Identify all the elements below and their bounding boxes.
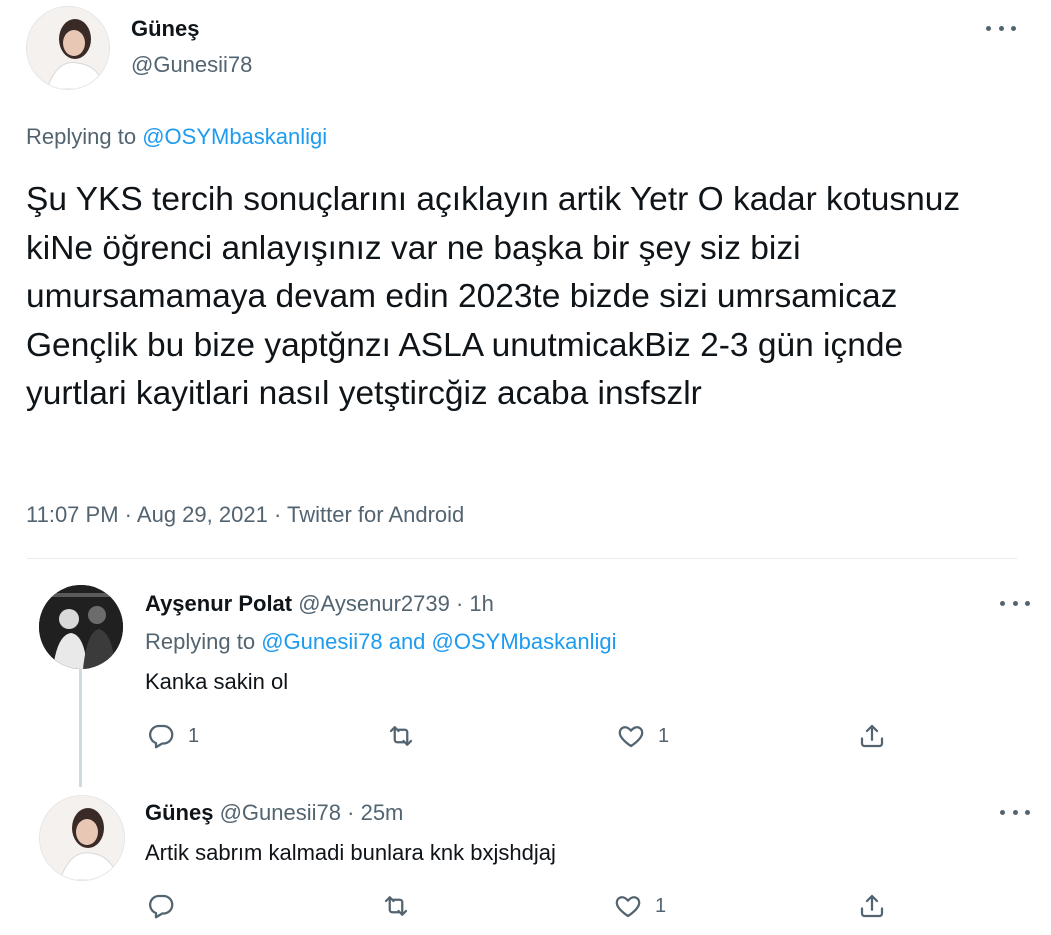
tweet-source[interactable]: Twitter for Android xyxy=(287,502,464,527)
thread-line xyxy=(79,669,82,787)
retweet-action[interactable] xyxy=(386,721,416,751)
reply-time[interactable]: 25m xyxy=(361,800,404,825)
reply-action[interactable]: 1 xyxy=(146,721,199,751)
reply-avatar[interactable] xyxy=(39,795,125,881)
reply-text: Kanka sakin ol xyxy=(145,669,289,694)
replying-prefix: Replying to xyxy=(145,629,256,654)
like-icon xyxy=(618,726,644,748)
reply-author-name[interactable]: Güneş xyxy=(145,800,213,825)
reply-header: Ayşenur Polat @Aysenur2739 · 1h xyxy=(145,591,494,617)
meta-separator: · xyxy=(455,591,464,616)
retweet-icon xyxy=(389,726,413,746)
reply-avatar[interactable] xyxy=(39,585,123,669)
share-action[interactable] xyxy=(857,891,887,921)
meta-separator: · xyxy=(273,502,282,527)
replying-to-link[interactable]: @Gunesii78 and @OSYMbaskanligi xyxy=(261,629,616,654)
tweet-time[interactable]: 11:07 PM xyxy=(26,502,119,527)
more-icon[interactable] xyxy=(986,21,1016,35)
author-avatar[interactable] xyxy=(26,6,110,90)
share-icon xyxy=(860,894,884,918)
like-count: 1 xyxy=(658,724,670,747)
replying-to: Replying to @Gunesii78 and @OSYMbaskanli… xyxy=(145,629,617,655)
divider xyxy=(27,558,1017,559)
reply-author-handle[interactable]: @Gunesii78 xyxy=(220,800,341,825)
replying-to-link[interactable]: @OSYMbaskanligi xyxy=(142,124,327,149)
reply-time[interactable]: 1h xyxy=(469,591,493,616)
like-action[interactable]: 1 xyxy=(613,891,666,921)
reply-header: Güneş @Gunesii78 · 25m xyxy=(145,800,403,826)
reply-author-handle[interactable]: @Aysenur2739 xyxy=(298,591,450,616)
more-icon[interactable] xyxy=(1000,805,1030,819)
like-count: 1 xyxy=(655,894,667,917)
reply-count: 1 xyxy=(188,724,200,747)
more-icon[interactable] xyxy=(1000,596,1030,610)
retweet-action[interactable] xyxy=(381,891,411,921)
meta-separator: · xyxy=(347,800,355,825)
tweet-meta: 11:07 PM · Aug 29, 2021 · Twitter for An… xyxy=(26,502,464,528)
reply-action[interactable] xyxy=(146,891,176,921)
retweet-icon xyxy=(384,896,408,916)
tweet-text: Şu YKS tercih sonuçlarını açıklayın arti… xyxy=(26,181,961,412)
meta-separator: · xyxy=(124,502,132,527)
reply-text: Artik sabrım kalmadi bunlara knk bxjshdj… xyxy=(145,840,556,865)
reply-author-name[interactable]: Ayşenur Polat xyxy=(145,591,292,616)
share-icon xyxy=(860,724,884,748)
like-action[interactable]: 1 xyxy=(616,721,669,751)
tweet-date[interactable]: Aug 29, 2021 xyxy=(137,502,268,527)
like-icon xyxy=(615,896,641,918)
reply-icon xyxy=(149,724,174,749)
author-handle[interactable]: @Gunesii78 xyxy=(131,52,252,78)
replying-to: Replying to @OSYMbaskanligi xyxy=(26,124,327,150)
share-action[interactable] xyxy=(857,721,887,751)
replying-prefix: Replying to xyxy=(26,124,137,149)
reply-icon xyxy=(149,894,174,919)
author-name[interactable]: Güneş xyxy=(131,16,199,42)
